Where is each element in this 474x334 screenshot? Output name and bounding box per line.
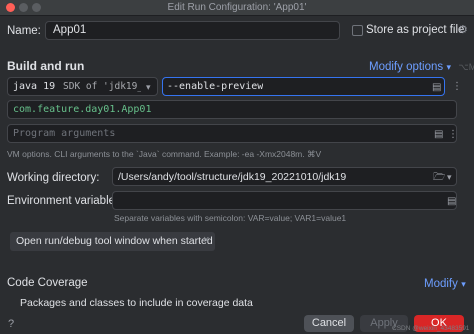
modify-options-link[interactable]: Modify options ▾ ⌥M <box>369 59 474 73</box>
help-icon[interactable]: ? <box>8 319 14 330</box>
more-options-icon[interactable]: ⋮ <box>452 81 462 92</box>
java-version-text: java 19 <box>13 81 56 92</box>
store-as-project-file-label: Store as project file <box>366 24 465 36</box>
edit-list-icon[interactable]: ▤ <box>447 196 456 207</box>
main-class-value: com.feature.day01.App01 <box>13 104 152 115</box>
sdk-name-text: SDK of 'jdk19_new <box>63 81 141 92</box>
working-directory-field[interactable]: /Users/andy/tool/structure/jdk19_2022101… <box>112 167 457 186</box>
chevron-down-icon: ▾ <box>146 82 151 92</box>
gear-icon[interactable]: ⚙ <box>458 25 468 36</box>
watermark-text: CSDN @weixin_43483591 <box>392 325 470 332</box>
chevron-down-icon: ▾ <box>461 279 466 289</box>
chevron-down-icon: ▾ <box>446 62 452 72</box>
window-title: Edit Run Configuration: 'App01' <box>167 2 307 13</box>
vm-options-field[interactable]: --enable-preview ▤ <box>162 77 445 96</box>
expand-field-icon[interactable]: ▤ <box>432 82 441 93</box>
build-and-run-heading: Build and run <box>7 59 85 73</box>
main-class-field[interactable]: com.feature.day01.App01 <box>7 100 457 119</box>
code-coverage-heading: Code Coverage <box>7 277 88 289</box>
expand-field-icon[interactable]: ▤ <box>434 129 443 140</box>
vm-options-hint: VM options. CLI arguments to the `Java` … <box>7 149 322 159</box>
jdk-select[interactable]: java 19 SDK of 'jdk19_new ▾ <box>7 77 158 96</box>
name-field-value: App01 <box>53 24 87 36</box>
environment-variables-label: Environment variables: <box>7 195 124 207</box>
open-tool-window-option-chip[interactable]: Open run/debug tool window when started … <box>10 232 215 251</box>
vm-options-value: --enable-preview <box>167 81 264 92</box>
working-directory-label: Working directory: <box>7 172 100 184</box>
name-field[interactable]: App01 <box>45 21 340 40</box>
coverage-packages-text: Packages and classes to include in cover… <box>20 297 253 309</box>
cancel-button[interactable]: Cancel <box>304 315 354 332</box>
folder-icon[interactable]: 🗁 <box>433 172 445 183</box>
program-arguments-field[interactable]: Program arguments ▤ ⋮ <box>7 124 458 143</box>
environment-variables-hint: Separate variables with semicolon: VAR=v… <box>114 213 347 223</box>
remove-option-icon[interactable]: × <box>203 234 209 246</box>
environment-variables-field[interactable]: ▤ <box>112 191 457 210</box>
coverage-modify-label: Modify <box>424 278 458 290</box>
more-options-icon[interactable]: ⋮ <box>448 129 458 140</box>
store-as-project-file-checkbox[interactable] <box>352 25 363 36</box>
open-tool-window-option-label: Open run/debug tool window when started <box>16 235 213 247</box>
working-directory-value: /Users/andy/tool/structure/jdk19_2022101… <box>118 171 347 183</box>
name-label: Name: <box>7 25 41 37</box>
coverage-modify-link[interactable]: Modify ▾ <box>424 276 466 290</box>
modify-options-shortcut: ⌥M <box>458 62 474 72</box>
program-arguments-placeholder: Program arguments <box>13 128 116 139</box>
chevron-down-icon[interactable]: ▾ <box>447 172 452 183</box>
modify-options-label: Modify options <box>369 61 444 73</box>
